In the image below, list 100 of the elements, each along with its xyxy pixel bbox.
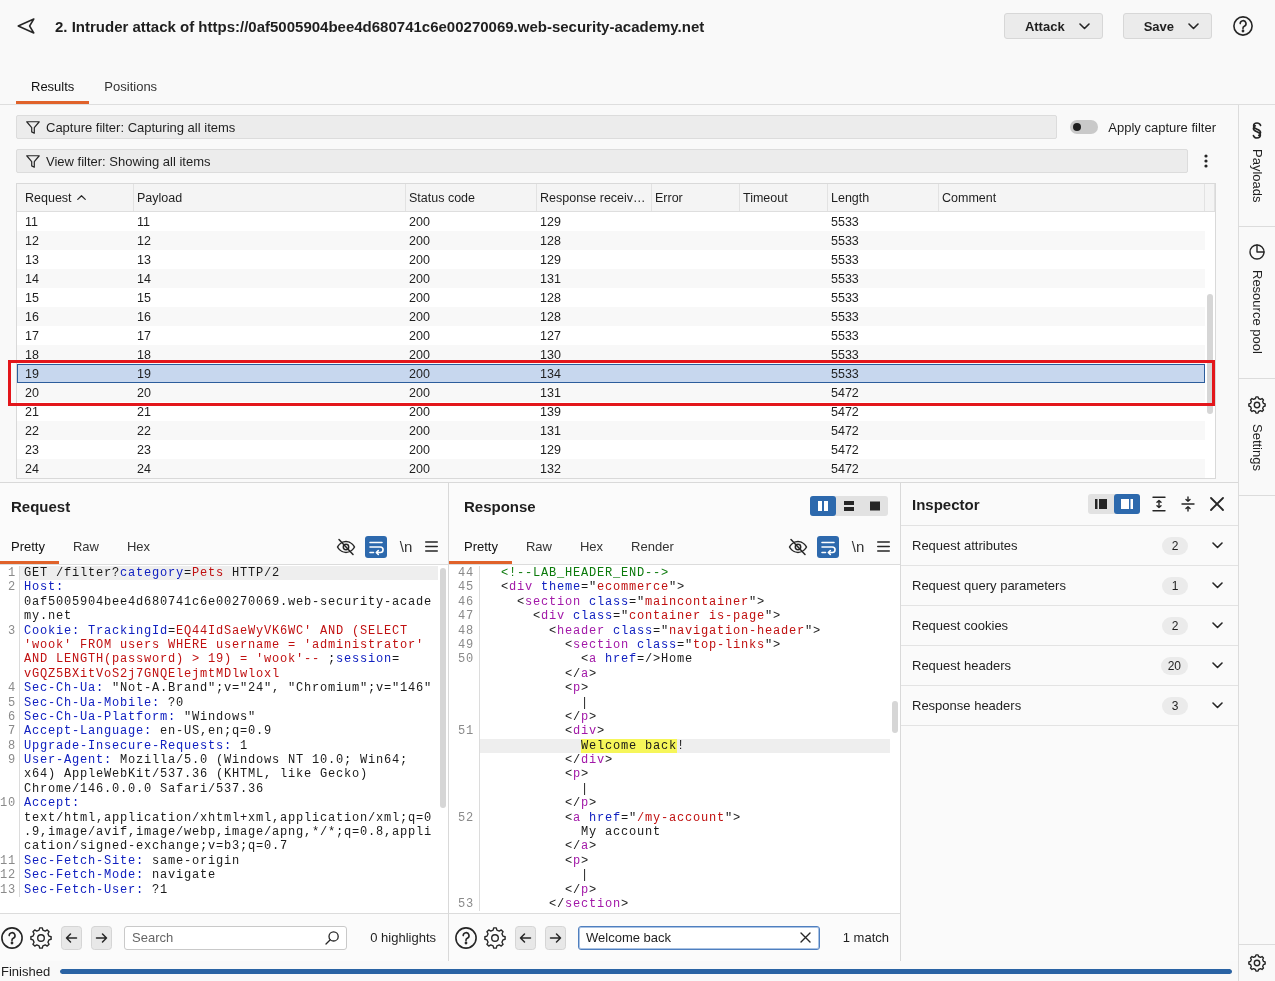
tab[interactable]: Render (617, 529, 688, 564)
table-row[interactable]: 22 22 200 131 5472 (17, 421, 1205, 440)
column-header[interactable]: Error (652, 184, 740, 211)
arrow-right-icon[interactable] (545, 925, 566, 950)
close-icon[interactable] (799, 932, 811, 943)
inspector-section[interactable]: Request attributes 2 (901, 526, 1238, 566)
table-row[interactable]: 12 12 200 128 5533 (17, 231, 1205, 250)
code-line: <p> (565, 681, 590, 696)
column-header[interactable]: Length (828, 184, 939, 211)
code-line: <div class="container is-page"> (533, 609, 782, 624)
collapse-vertical-icon[interactable] (1181, 496, 1195, 512)
table-cell-text: 13 (136, 252, 152, 267)
column-header[interactable]: Comment (939, 184, 1205, 211)
tab[interactable]: Hex (113, 529, 165, 564)
table-cell-text: 139 (539, 404, 562, 419)
gear-icon[interactable] (484, 926, 506, 949)
column-header[interactable]: Timeout (740, 184, 828, 211)
inspector-section[interactable]: Request headers 20 (901, 646, 1238, 686)
search-field[interactable]: Welcome back (578, 925, 820, 950)
scrollbar-thumb[interactable] (440, 568, 446, 808)
inspector-section[interactable]: Response headers 3 (901, 686, 1238, 726)
tab[interactable]: Positions (89, 69, 173, 104)
table-cell-text: 22 (24, 423, 40, 438)
table-cell-text: 5472 (830, 423, 860, 438)
expand-vertical-icon[interactable] (1152, 496, 1166, 512)
table-row[interactable]: 23 23 200 129 5472 (17, 440, 1205, 459)
dropdown-button[interactable]: Save (1122, 13, 1212, 39)
table-cell-text: 12 (24, 233, 40, 248)
line-number: 45 (449, 580, 480, 595)
table-cell-text: 11 (24, 214, 39, 229)
table-row[interactable]: 19 19 200 134 5533 (17, 364, 1205, 383)
code-line: Accept-Language: en-US,en;q=0.9 (24, 724, 273, 739)
view-filter-bar[interactable]: View filter: Showing all items (16, 149, 1188, 173)
table-row[interactable]: 14 14 200 131 5533 (17, 269, 1205, 288)
wrap-lines-icon[interactable] (365, 535, 387, 558)
scrollbar-thumb[interactable] (1207, 294, 1213, 414)
kebab-menu-icon[interactable] (1204, 154, 1208, 168)
close-icon[interactable] (1210, 497, 1224, 511)
side-tab[interactable]: Settings (1239, 379, 1275, 497)
column-header[interactable]: Request (17, 184, 134, 211)
table-cell-text: 18 (24, 347, 40, 362)
tab[interactable]: Results (16, 69, 90, 104)
line-number: 4 (0, 681, 20, 696)
tab[interactable]: Hex (566, 529, 618, 564)
side-tab[interactable]: Resource pool (1239, 227, 1275, 380)
newline-toggle[interactable]: \n (847, 535, 869, 558)
toggle-switch[interactable] (1070, 120, 1099, 134)
dropdown-button[interactable]: Attack (1003, 13, 1103, 39)
table-row[interactable]: 20 20 200 131 5472 (17, 383, 1205, 402)
line-number: 46 (449, 594, 480, 610)
table-cell-text: 5472 (830, 404, 860, 419)
section-label: Request headers (912, 658, 1011, 673)
help-icon[interactable] (1, 926, 23, 949)
table-cell-text: 200 (408, 423, 431, 438)
tab[interactable]: Raw (511, 529, 566, 564)
table-cell-text: 14 (24, 271, 40, 286)
newline-toggle[interactable]: \n (395, 535, 417, 558)
scrollbar-thumb[interactable] (892, 701, 898, 733)
code-line: Sec-Fetch-Mode: navigate (24, 868, 217, 883)
arrow-left-icon[interactable] (515, 925, 536, 950)
table-cell-text: 200 (408, 366, 431, 381)
gear-icon[interactable] (1248, 954, 1266, 972)
table-row[interactable]: 21 21 200 139 5472 (17, 402, 1205, 421)
column-header[interactable]: Status code (406, 184, 537, 211)
table-row[interactable]: 15 15 200 128 5533 (17, 288, 1205, 307)
help-icon[interactable] (1233, 16, 1253, 36)
arrow-right-icon[interactable] (91, 925, 112, 950)
table-row[interactable]: 11 11 200 129 5533 (17, 212, 1205, 231)
table-row[interactable]: 17 17 200 127 5533 (17, 326, 1205, 345)
code-line: Sec-Fetch-User: ?1 (24, 882, 169, 897)
hamburger-menu-icon[interactable] (425, 541, 438, 552)
table-row[interactable]: 24 24 200 132 5472 (17, 459, 1205, 478)
tab[interactable]: Raw (58, 529, 113, 564)
column-header[interactable]: Response receiv… (537, 184, 652, 211)
table-row[interactable]: 13 13 200 129 5533 (17, 250, 1205, 269)
columns-layout-icon[interactable] (810, 496, 836, 516)
inspector-section[interactable]: Request cookies 2 (901, 606, 1238, 646)
side-tab[interactable]: Payloads (1239, 105, 1275, 228)
table-cell-text: 14 (136, 271, 152, 286)
wrap-lines-icon[interactable] (817, 535, 839, 558)
line-number: 50 (449, 652, 480, 667)
hamburger-menu-icon[interactable] (877, 541, 890, 552)
search-field[interactable]: Search (124, 925, 348, 950)
gear-icon[interactable] (30, 926, 52, 949)
table-cell-text: 24 (24, 461, 40, 476)
arrow-left-icon[interactable] (61, 925, 82, 950)
inspector-section[interactable]: Request query parameters 1 (901, 566, 1238, 606)
table-cell-text: 134 (539, 366, 562, 381)
count-badge: 20 (1160, 656, 1188, 675)
table-cell-text: 200 (408, 442, 431, 457)
column-header[interactable]: Payload (134, 184, 406, 211)
line-number: 8 (0, 738, 20, 754)
table-cell-text: 18 (136, 347, 152, 362)
capture-filter-bar[interactable]: Capture filter: Capturing all items (16, 115, 1058, 139)
help-icon[interactable] (455, 926, 477, 949)
line-number: 3 (0, 623, 20, 638)
dock-right-icon[interactable] (1114, 494, 1140, 514)
table-cell-text: 200 (408, 290, 431, 305)
table-row[interactable]: 16 16 200 128 5533 (17, 307, 1205, 326)
code-line: Sec-Ch-Ua: "Not-A.Brand";v="24", "Chromium";v="146" (24, 681, 433, 696)
